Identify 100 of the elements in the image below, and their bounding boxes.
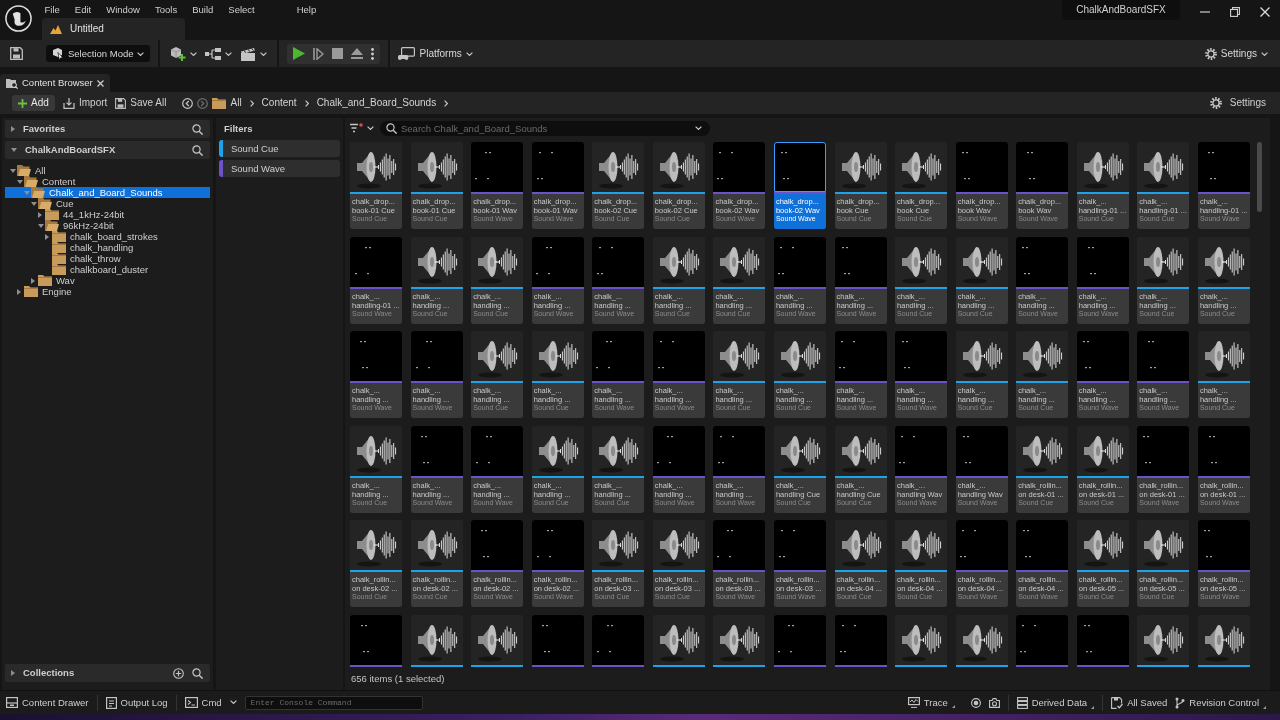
tree-item[interactable]: All — [5, 165, 210, 176]
asset-tile[interactable] — [592, 614, 645, 667]
arrow-down-icon[interactable] — [17, 179, 23, 184]
menu-item[interactable]: Help — [289, 3, 324, 16]
asset-tile[interactable] — [652, 614, 705, 667]
arrow-right-icon[interactable] — [45, 233, 49, 240]
search-icon[interactable] — [192, 123, 203, 135]
trace-button[interactable]: Trace — [907, 696, 955, 709]
arrow-down-icon[interactable] — [10, 168, 16, 173]
breadcrumb-link[interactable]: All — [230, 97, 242, 109]
play-icon[interactable] — [293, 47, 306, 60]
derived-data-button[interactable]: Derived Data — [1016, 696, 1095, 709]
asset-tile[interactable] — [713, 614, 766, 667]
restore-icon[interactable] — [1230, 7, 1240, 17]
waveform-thumbnail — [471, 425, 524, 476]
settings-dropdown[interactable]: Settings — [1204, 47, 1268, 60]
step-icon[interactable] — [313, 47, 325, 60]
save-icon — [115, 97, 127, 109]
asset-tile[interactable] — [834, 614, 887, 667]
chevron-right-icon — [249, 99, 254, 107]
asset-tile[interactable] — [1076, 614, 1129, 667]
settings-button[interactable]: Settings — [1209, 97, 1266, 109]
asset-tile[interactable] — [350, 614, 402, 667]
search-box[interactable]: Search Chalk_and_Board_Sounds — [380, 120, 710, 136]
log-icon — [105, 696, 117, 709]
add-button[interactable]: Add — [12, 95, 55, 111]
platforms-dropdown[interactable]: Platforms — [398, 46, 473, 61]
tree-item[interactable]: chalk_board_strokes — [5, 231, 210, 242]
filter-icon[interactable] — [350, 123, 363, 133]
arrow-right-icon[interactable] — [38, 211, 42, 218]
document-tab[interactable]: Untitled — [42, 18, 185, 40]
console-input[interactable]: Enter Console Command — [244, 695, 423, 710]
asset-tile[interactable] — [1197, 614, 1250, 667]
cmd-dropdown[interactable]: Cmd — [184, 696, 237, 709]
save-icon[interactable] — [10, 47, 23, 60]
asset-tile[interactable] — [1016, 614, 1069, 667]
menu-item[interactable]: Build — [184, 3, 221, 16]
tree-item[interactable]: 96kHz-24bit — [5, 220, 210, 231]
tree-item[interactable]: chalk_handling — [5, 242, 210, 253]
back-icon[interactable] — [182, 97, 194, 109]
asset-tile[interactable] — [1137, 614, 1190, 667]
waveform-thumbnail — [895, 425, 948, 476]
speaker-icon — [410, 142, 463, 192]
database-icon — [1016, 696, 1028, 709]
tree-item[interactable]: Chalk_and_Board_Sounds — [5, 187, 210, 198]
asset-tile[interactable] — [471, 614, 524, 667]
save-status-button[interactable]: All Saved — [1111, 696, 1168, 709]
tree-item[interactable]: 44_1kHz-24bit — [5, 209, 210, 220]
arrow-right-icon[interactable] — [11, 670, 15, 676]
close-icon[interactable] — [1260, 7, 1270, 17]
arrow-down-icon[interactable] — [31, 201, 37, 206]
menu-item[interactable]: Window — [98, 3, 148, 16]
waveform-thumbnail — [471, 520, 524, 570]
asset-tile[interactable] — [895, 614, 948, 667]
menu-item[interactable]: File — [37, 3, 68, 16]
arrow-right-icon[interactable] — [31, 277, 35, 284]
eject-icon[interactable] — [351, 48, 364, 59]
add-circle-icon[interactable] — [173, 667, 184, 679]
waveform-thumbnail — [592, 614, 645, 665]
arrow-right-icon[interactable] — [11, 126, 15, 132]
breadcrumb-link[interactable]: Chalk_and_Board_Sounds — [316, 97, 437, 109]
search-input[interactable]: Search Chalk_and_Board_Sounds — [401, 121, 691, 135]
output-log-button[interactable]: Output Log — [105, 696, 168, 709]
tree-item[interactable]: Engine — [5, 286, 210, 297]
speaker-icon — [895, 614, 948, 665]
asset-tile[interactable] — [410, 614, 463, 667]
filter-chip[interactable]: Sound Cue — [219, 140, 340, 157]
panel-tab[interactable]: Content Browser — [0, 74, 110, 92]
chevron-right-icon — [444, 99, 449, 107]
tree-item[interactable]: Cue — [5, 198, 210, 209]
search-icon[interactable] — [192, 667, 203, 679]
menu-item[interactable]: Tools — [147, 3, 185, 16]
revision-control-button[interactable]: Revision Control — [1175, 696, 1266, 709]
camera-icon[interactable] — [988, 697, 1000, 708]
close-icon[interactable] — [97, 79, 104, 87]
scrollbar-thumb[interactable] — [1257, 142, 1262, 212]
tree-item[interactable]: chalkboard_duster — [5, 264, 210, 275]
import-button[interactable]: Import — [63, 97, 108, 109]
save-all-button[interactable]: Save All — [115, 97, 167, 109]
menu-item[interactable]: Edit — [67, 3, 99, 16]
folder-icon[interactable] — [212, 97, 227, 109]
arrow-down-icon[interactable] — [38, 223, 44, 228]
arrow-down-icon[interactable] — [11, 148, 17, 152]
menu-item[interactable]: Select — [220, 3, 263, 16]
record-icon[interactable] — [970, 697, 981, 708]
tree-item[interactable]: Wav — [5, 275, 210, 286]
tree-item[interactable]: chalk_throw — [5, 253, 210, 264]
asset-tile[interactable] — [773, 614, 826, 667]
mode-dropdown[interactable]: Selection Mode — [46, 45, 151, 62]
arrow-right-icon[interactable] — [17, 288, 21, 295]
filter-chip[interactable]: Sound Wave — [219, 160, 340, 177]
asset-tile[interactable] — [955, 614, 1008, 667]
breadcrumb-link[interactable]: Content — [261, 97, 297, 109]
speaker-icon — [652, 236, 705, 287]
tree-item[interactable]: Content — [5, 176, 210, 187]
content-drawer-button[interactable]: Content Drawer — [6, 696, 89, 709]
more-icon[interactable] — [371, 47, 375, 60]
search-icon[interactable] — [192, 144, 203, 156]
asset-tile[interactable] — [531, 614, 584, 667]
stop-icon[interactable] — [332, 48, 344, 59]
